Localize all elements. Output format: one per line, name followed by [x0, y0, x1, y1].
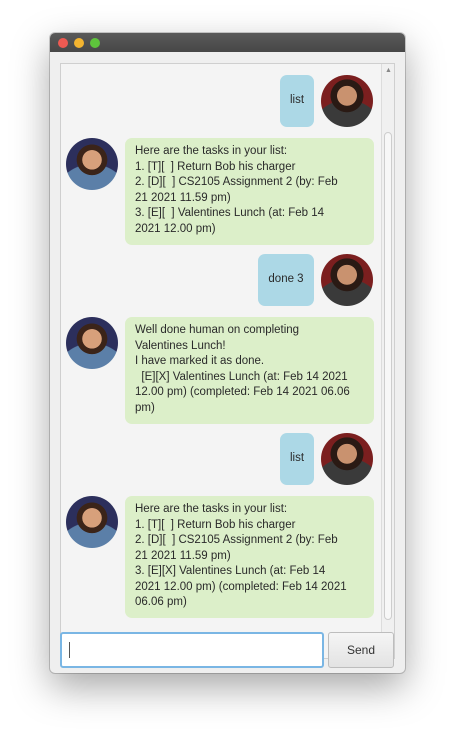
bot-avatar: [66, 496, 118, 548]
message-line: 06.06 pm): [135, 596, 187, 608]
message-line: I have marked it as done.: [135, 355, 265, 367]
message-line: Well done human on completing: [135, 324, 300, 336]
message-line: [E][X] Valentines Lunch (at: Feb 14 2021: [135, 370, 348, 383]
close-window-icon[interactable]: [58, 38, 68, 48]
maximize-window-icon[interactable]: [90, 38, 100, 48]
user-avatar: [321, 433, 373, 485]
scrollbar-thumb[interactable]: [384, 132, 392, 620]
message-line: 12.00 pm) (completed: Feb 14 2021 06.06: [135, 386, 350, 398]
message-line: Here are the tasks in your list:: [135, 503, 288, 515]
bot-avatar: [66, 317, 118, 369]
send-button[interactable]: Send: [328, 632, 394, 668]
message-line: 21 2021 11.59 pm): [135, 549, 231, 562]
message-line: 2021 12.00 pm) (completed: Feb 14 2021: [135, 580, 347, 593]
bot-message-bubble: Here are the tasks in your list: 1. [T][…: [125, 138, 374, 245]
message-line: 3. [E][ ] Valentines Lunch (at: Feb 14: [135, 207, 325, 219]
user-avatar: [321, 254, 373, 306]
message-line: 3. [E][X] Valentines Lunch (at: Feb 14: [135, 565, 326, 577]
minimize-window-icon[interactable]: [74, 38, 84, 48]
user-message-bubble: list: [280, 433, 314, 485]
message-input[interactable]: [60, 632, 324, 668]
message-line: Here are the tasks in your list:: [135, 145, 288, 157]
message-line: list: [289, 94, 305, 106]
chat-scroll-pane[interactable]: list Here are the tasks in your list: 1.…: [60, 63, 395, 659]
app-window: list Here are the tasks in your list: 1.…: [50, 33, 405, 673]
user-message-bubble: done 3: [258, 254, 314, 306]
bot-message-bubble: Well done human on completing Valentines…: [125, 317, 374, 424]
message-line: Valentines Lunch!: [135, 339, 226, 352]
user-message-bubble: list: [280, 75, 314, 127]
vertical-scrollbar[interactable]: ▲ ▼: [381, 64, 394, 658]
bot-avatar: [66, 138, 118, 190]
message-line: 2. [D][ ] CS2105 Assignment 2 (by: Feb: [135, 176, 338, 188]
message-line: 2. [D][ ] CS2105 Assignment 2 (by: Feb: [135, 534, 338, 546]
message-line: done 3: [268, 273, 304, 285]
title-bar[interactable]: [50, 33, 405, 52]
message-line: 1. [T][ ] Return Bob his charger: [135, 518, 296, 531]
message-line: 21 2021 11.59 pm): [135, 191, 231, 204]
message-line: pm): [135, 401, 155, 414]
user-avatar: [321, 75, 373, 127]
bot-message-bubble: Here are the tasks in your list: 1. [T][…: [125, 496, 374, 618]
text-caret: [69, 642, 70, 658]
message-line: list: [289, 452, 305, 464]
message-line: 2021 12.00 pm): [135, 222, 216, 235]
message-line: 1. [T][ ] Return Bob his charger: [135, 160, 296, 173]
scroll-up-arrow-icon[interactable]: ▲: [384, 66, 393, 75]
